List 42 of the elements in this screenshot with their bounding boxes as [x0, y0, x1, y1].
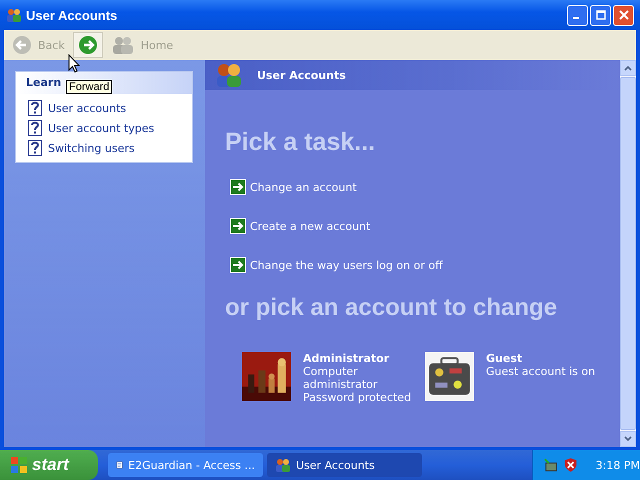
- maximize-icon: [596, 10, 606, 20]
- close-icon: [618, 10, 628, 20]
- tooltip: Forward: [66, 80, 112, 94]
- users-icon: [215, 63, 243, 87]
- header-title: User Accounts: [257, 68, 346, 82]
- scroll-up-button[interactable]: [620, 60, 636, 76]
- maximize-button[interactable]: [590, 4, 611, 26]
- users-icon: [110, 36, 135, 54]
- scroll-down-button[interactable]: [620, 431, 636, 447]
- heading: Pick a task...: [225, 128, 376, 157]
- minimize-button[interactable]: [567, 4, 588, 26]
- start-button[interactable]: start: [0, 450, 98, 480]
- minimize-icon: [573, 17, 579, 19]
- task-link[interactable]: Change an account: [250, 180, 357, 194]
- close-button[interactable]: [613, 4, 634, 26]
- help-icon: [28, 100, 42, 116]
- help-icon: [28, 120, 42, 136]
- taskbar-button[interactable]: E2Guardian - Access ...: [108, 453, 263, 477]
- up-caret-icon: [624, 65, 632, 71]
- help-icon: [28, 140, 42, 156]
- task-link[interactable]: Create a new account: [250, 220, 370, 232]
- account-detail: Guest account is on: [486, 365, 596, 378]
- shield-icon[interactable]: [563, 457, 579, 473]
- help-link[interactable]: User account types: [48, 122, 154, 134]
- users-icon: [6, 7, 22, 23]
- network-icon[interactable]: [543, 457, 558, 473]
- account-name[interactable]: Guest: [486, 352, 596, 365]
- help-link[interactable]: Switching users: [48, 142, 135, 154]
- taskbar-button[interactable]: User Accounts: [267, 453, 422, 477]
- window-title: User Accounts: [26, 8, 118, 22]
- account-detail: administrator: [303, 378, 378, 391]
- windows-logo-icon: [10, 456, 28, 474]
- forward-button[interactable]: [72, 32, 103, 58]
- account-detail: Password protected: [303, 391, 412, 404]
- clock: 3:18 PM: [596, 458, 640, 472]
- down-caret-icon: [624, 436, 632, 442]
- account-name[interactable]: Administrator: [303, 352, 412, 365]
- users-icon: [275, 457, 291, 473]
- account-detail: Computer: [303, 365, 359, 378]
- help-link[interactable]: User accounts: [48, 102, 126, 114]
- task-link[interactable]: Change the way users log on or off: [250, 258, 443, 272]
- subheading: or pick an account to change: [225, 294, 558, 322]
